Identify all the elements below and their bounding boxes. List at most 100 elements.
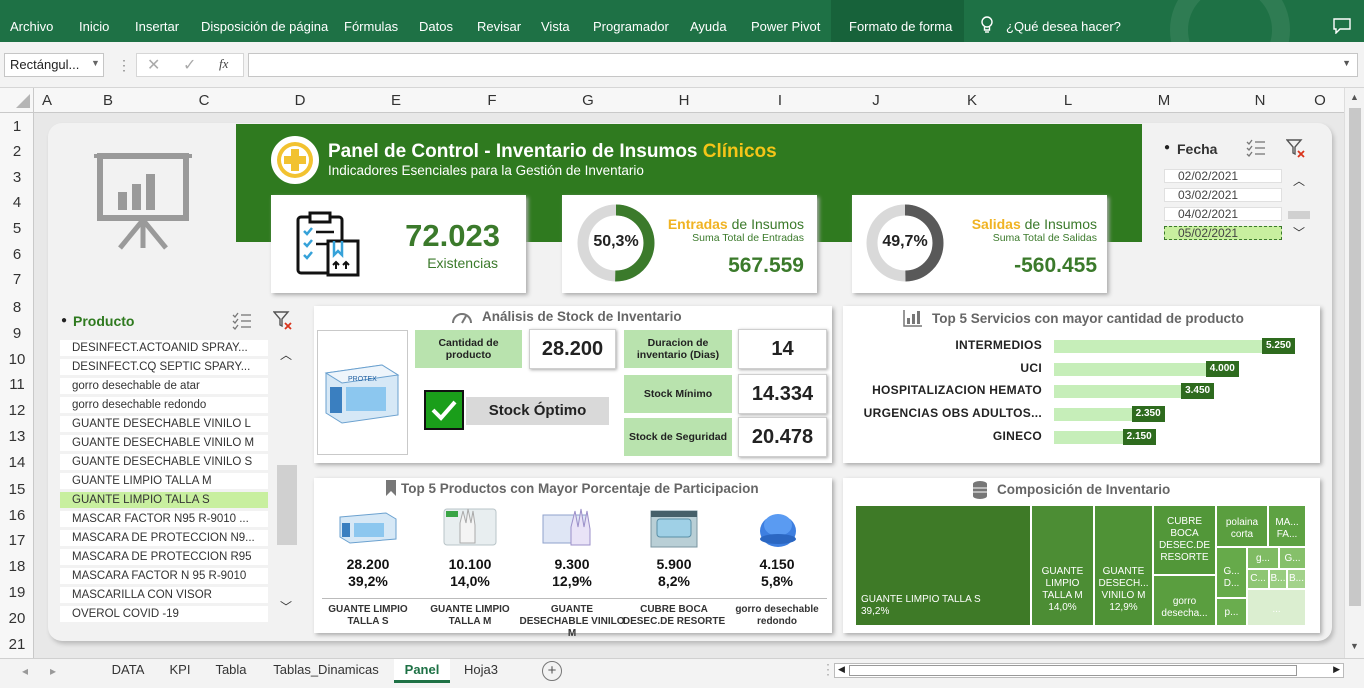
fecha-item[interactable]: 04/02/2021 [1164,207,1282,221]
treemap-more[interactable]: ... [1247,589,1306,626]
formula-input[interactable]: ▼ [248,53,1358,77]
row-header[interactable]: 8 [0,299,34,316]
sheet-tab-data[interactable]: DATA [100,659,156,683]
slicer-scroll-down-icon[interactable]: ﹀ [1293,224,1305,241]
treemap-g-small[interactable]: g... [1247,547,1279,569]
ribbon-tab-vista[interactable]: Vista [541,19,570,34]
scroll-left-icon[interactable]: ◀ [838,664,845,675]
row-header[interactable]: 4 [0,194,34,211]
clear-filter-icon[interactable] [1285,139,1306,159]
row-header[interactable]: 11 [0,376,34,393]
ribbon-tab-datos[interactable]: Datos [419,19,453,34]
producto-item[interactable]: GUANTE DESECHABLE VINILO M [60,435,268,451]
producto-item[interactable]: gorro desechable redondo [60,397,268,413]
producto-item[interactable]: DESINFECT.ACTOANID SPRAY... [60,340,268,356]
multi-select-icon[interactable] [1246,139,1266,157]
name-box[interactable]: Rectángul... ▼ [4,53,104,77]
producto-item[interactable]: MASCARA DE PROTECCION N9... [60,530,268,546]
treemap-p[interactable]: p... [1216,598,1247,626]
row-header[interactable]: 7 [0,271,34,288]
treemap-guante-vinilo-m[interactable]: GUANTE DESECH... VINILO M 12,9% [1094,505,1153,626]
row-header[interactable]: 16 [0,507,34,524]
column-header-b[interactable]: B [60,92,156,109]
slicer-scroll-up-icon[interactable]: ︿ [280,346,292,363]
h-scroll-thumb[interactable] [849,665,1297,676]
producto-item[interactable]: gorro desechable de atar [60,378,268,394]
ribbon-tab-inicio[interactable]: Inicio [79,19,109,34]
ribbon-tab-programador[interactable]: Programador [593,19,669,34]
ribbon-tab-archivo[interactable]: Archivo [10,19,53,34]
treemap-g-d[interactable]: G... D... [1216,547,1247,598]
column-header-m[interactable]: M [1116,92,1212,109]
fecha-item[interactable]: 03/02/2021 [1164,188,1282,202]
treemap-ma[interactable]: MA... FA... [1268,505,1306,547]
column-header-a[interactable]: A [36,92,58,109]
producto-item[interactable]: MASCARA DE PROTECCION R95 [60,549,268,565]
column-header-l[interactable]: L [1020,92,1116,109]
producto-item[interactable]: GUANTE DESECHABLE VINILO S [60,454,268,470]
ribbon-tab-insertar[interactable]: Insertar [135,19,179,34]
scroll-thumb[interactable] [1349,108,1361,606]
producto-item[interactable]: OVEROL COVID -19 [60,606,268,622]
enter-check-icon[interactable]: ✓ [183,55,196,75]
column-header-d[interactable]: D [252,92,348,109]
row-header[interactable]: 21 [0,636,34,653]
column-header-e[interactable]: E [348,92,444,109]
ribbon-tab-formulas[interactable]: Fórmulas [344,19,398,34]
row-header[interactable]: 3 [0,169,34,186]
row-header[interactable]: 18 [0,558,34,575]
row-header[interactable]: 17 [0,532,34,549]
tell-me-search[interactable]: ¿Qué desea hacer? [1006,19,1121,34]
producto-item[interactable]: GUANTE LIMPIO TALLA M [60,473,268,489]
horizontal-scrollbar[interactable]: ◀ ▶ [834,663,1344,678]
column-header-o[interactable]: O [1308,92,1332,109]
treemap-cubre-boca[interactable]: CUBRE BOCA DESEC.DE RESORTE [1153,505,1216,575]
fecha-item[interactable]: 02/02/2021 [1164,169,1282,183]
row-header[interactable]: 14 [0,454,34,471]
column-header-j[interactable]: J [828,92,924,109]
ribbon-tab-revisar[interactable]: Revisar [477,19,521,34]
row-header[interactable]: 12 [0,402,34,419]
slicer-scroll-up-icon[interactable]: ︿ [1293,172,1305,189]
row-header[interactable]: 2 [0,143,34,160]
clear-filter-icon[interactable] [272,311,293,331]
row-header[interactable]: 9 [0,325,34,342]
multi-select-icon[interactable] [232,312,252,330]
producto-item[interactable]: GUANTE DESECHABLE VINILO L [60,416,268,432]
sheet-tab-kpi[interactable]: KPI [158,659,202,683]
column-header-f[interactable]: F [444,92,540,109]
select-all-corner[interactable] [0,88,34,112]
slicer-scroll-down-icon[interactable]: ﹀ [280,598,292,615]
column-header-c[interactable]: C [156,92,252,109]
slicer-scroll-thumb[interactable] [1288,211,1310,219]
insert-function-button[interactable]: fx [219,56,228,72]
treemap-polaina[interactable]: polaina corta [1216,505,1268,547]
ribbon-tab-power-pivot[interactable]: Power Pivot [751,19,820,34]
sheet-tab-panel-active[interactable]: Panel [394,659,450,683]
treemap-guante-talla-s[interactable]: GUANTE LIMPIO TALLA S 39,2% [855,505,1031,626]
column-header-k[interactable]: K [924,92,1020,109]
row-header[interactable]: 6 [0,246,34,263]
sheet-tab-tablas-dinamicas[interactable]: Tablas_Dinamicas [260,659,392,683]
cancel-icon[interactable]: ✕ [147,55,160,75]
sheet-tab-tabla[interactable]: Tabla [204,659,258,683]
next-sheet-icon[interactable]: ▸ [50,664,56,678]
row-header[interactable]: 1 [0,118,34,135]
ribbon-tab-formato-forma[interactable]: Formato de forma [849,19,952,34]
comments-icon[interactable] [1333,18,1351,35]
treemap-g-small-2[interactable]: G... [1279,547,1306,569]
scroll-down-icon[interactable]: ▼ [1350,641,1359,651]
row-header[interactable]: 10 [0,351,34,368]
add-sheet-icon[interactable]: + [542,661,562,681]
ribbon-tab-ayuda[interactable]: Ayuda [690,19,727,34]
column-header-g[interactable]: G [540,92,636,109]
scroll-right-icon[interactable]: ▶ [1333,664,1340,675]
column-header-h[interactable]: H [636,92,732,109]
row-header[interactable]: 15 [0,481,34,498]
producto-item[interactable]: MASCAR FACTOR N95 R-9010 ... [60,511,268,527]
row-header[interactable]: 13 [0,428,34,445]
producto-item[interactable]: MASCARILLA CON VISOR [60,587,268,603]
treemap-b2[interactable]: B... [1287,569,1306,589]
producto-item[interactable]: MASCARA FACTOR N 95 R-9010 [60,568,268,584]
expand-formula-icon[interactable]: ▼ [1342,58,1351,68]
